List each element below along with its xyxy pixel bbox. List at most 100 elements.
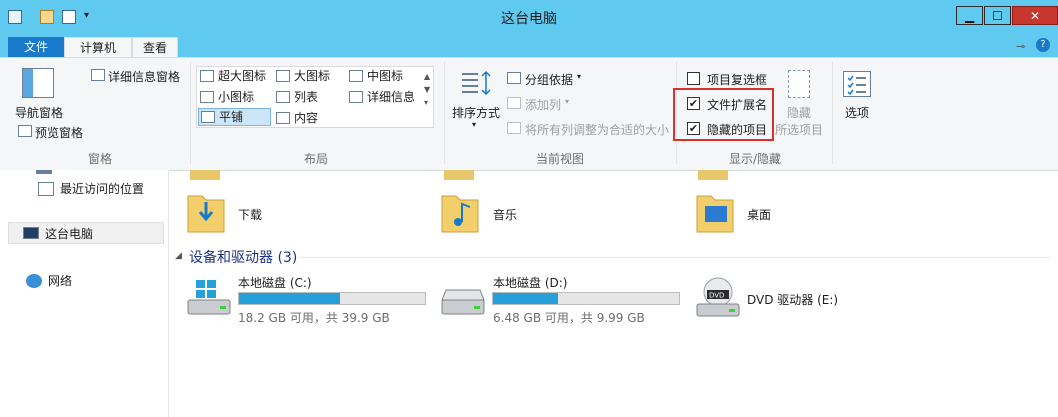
drive-c[interactable] [186, 278, 232, 321]
group-by-dropdown-icon[interactable]: ▾ [577, 72, 581, 81]
layout-extra-large-icons[interactable]: 超大图标 [200, 67, 266, 85]
hide-selected-icon [788, 70, 810, 98]
hide-selected-label-2[interactable]: 所选项目 [775, 121, 823, 138]
group-by-icon [507, 72, 521, 84]
preview-pane-icon [18, 125, 32, 137]
options-button[interactable]: 选项 [845, 104, 869, 121]
hide-selected-label-1[interactable]: 隐藏 [787, 104, 811, 121]
group-divider [444, 62, 445, 164]
layout-item-label: 超大图标 [218, 69, 267, 83]
extra-large-icons-icon [200, 70, 214, 82]
large-icons-icon [276, 70, 290, 82]
section-header-devices[interactable]: 设备和驱动器 (3) [189, 247, 297, 267]
layout-medium-icons[interactable]: 中图标 [349, 67, 403, 85]
drive-name: 本地磁盘 (D:) [493, 276, 568, 290]
folder-desktop[interactable] [695, 188, 735, 237]
navigation-pane-icon[interactable] [22, 68, 54, 98]
panes-group-label: 窗格 [87, 152, 112, 166]
drive-name: 本地磁盘 (C:) [238, 276, 312, 290]
svg-text:DVD: DVD [709, 292, 724, 300]
layout-details[interactable]: 详细信息 [349, 88, 415, 106]
preview-pane-button[interactable]: 预览窗格 [35, 124, 83, 141]
drive-space-info: 18.2 GB 可用，共 39.9 GB [238, 311, 390, 325]
layout-content[interactable]: 内容 [276, 109, 318, 127]
drive-name: DVD 驱动器 (E:) [747, 293, 839, 307]
content-icon [276, 112, 290, 124]
drive-e[interactable]: DVD [695, 276, 741, 323]
layout-item-label: 详细信息 [367, 90, 416, 104]
group-by-button[interactable]: 分组依据 [525, 71, 573, 88]
downloads-folder-icon [187, 195, 225, 233]
nav-partial-item-icon [36, 170, 52, 174]
tab-view[interactable]: 查看 [132, 37, 178, 57]
fit-columns-icon [507, 122, 521, 134]
folder-music[interactable] [440, 188, 480, 237]
nav-item-recent-places[interactable]: 最近访问的位置 [38, 180, 144, 197]
partial-folder-icon [698, 170, 728, 180]
nav-item-network[interactable]: 网络 [26, 272, 72, 289]
music-folder-icon [441, 195, 479, 233]
layout-group-label: 布局 [303, 152, 328, 166]
navigation-pane [0, 170, 169, 417]
gallery-scroll[interactable]: ▲ ▼ ▾ [424, 70, 430, 109]
layout-item-label: 平铺 [219, 110, 244, 124]
nav-item-this-pc[interactable]: 这台电脑 [8, 222, 164, 244]
medium-icons-icon [349, 70, 363, 82]
nav-item-label: 最近访问的位置 [60, 182, 145, 196]
layout-tiles[interactable]: 平铺 [198, 108, 271, 126]
layout-large-icons[interactable]: 大图标 [276, 67, 330, 85]
windows-drive-icon [187, 280, 231, 315]
add-column-dropdown-icon[interactable]: ▾ [565, 97, 569, 106]
item-checkboxes-label[interactable]: 项目复选框 [707, 71, 767, 88]
tab-file[interactable]: 文件 [8, 37, 64, 57]
show-hide-group-label: 显示/隐藏 [728, 152, 782, 166]
minimize-icon: ▁ [964, 8, 975, 23]
tiles-icon [201, 111, 215, 123]
help-icon[interactable]: ? [1036, 38, 1050, 52]
sort-by-button[interactable]: 排序方式 [452, 104, 500, 121]
layout-small-icons[interactable]: 小图标 [200, 88, 254, 106]
partial-folder-icon [444, 170, 474, 180]
network-icon [26, 273, 42, 288]
drive-usage-bar [492, 292, 680, 305]
collapse-section-icon[interactable]: ◢ [175, 251, 182, 261]
close-button[interactable]: ✕ [1012, 6, 1058, 25]
folder-downloads[interactable] [186, 188, 226, 237]
add-column-icon [507, 97, 521, 109]
section-divider [300, 257, 1050, 258]
nav-item-label: 这台电脑 [45, 226, 94, 241]
details-icon [349, 91, 363, 103]
dvd-drive-icon: DVD [696, 277, 740, 317]
maximize-button[interactable]: ☐ [984, 6, 1011, 25]
tab-computer[interactable]: 计算机 [64, 37, 132, 57]
partial-folder-icon [190, 170, 220, 180]
recent-places-icon [38, 181, 54, 196]
details-pane-icon [91, 69, 105, 81]
maximize-icon: ☐ [992, 8, 1003, 23]
hard-drive-icon [441, 289, 485, 315]
layout-list[interactable]: 列表 [276, 88, 318, 106]
window-title: 这台电脑 [501, 11, 557, 27]
minimize-button[interactable]: ▁ [956, 6, 983, 25]
drive-space-info: 6.48 GB 可用，共 9.99 GB [493, 311, 645, 325]
fit-columns-button[interactable]: 将所有列调整为合适的大小 [525, 121, 669, 138]
nav-item-label: 网络 [48, 274, 73, 288]
add-column-button[interactable]: 添加列 [525, 96, 561, 113]
small-icons-icon [200, 91, 214, 103]
layout-item-label: 列表 [294, 90, 319, 104]
layout-item-label: 小图标 [218, 90, 255, 104]
layout-item-label: 大图标 [294, 69, 331, 83]
drive-d[interactable] [440, 278, 486, 321]
pin-ribbon-icon[interactable]: ⊸ [1016, 40, 1025, 53]
list-icon [276, 91, 290, 103]
navigation-pane-button[interactable]: 导航窗格 [15, 104, 63, 121]
group-divider [190, 62, 191, 164]
group-divider [832, 62, 833, 164]
current-view-group-label: 当前视图 [535, 152, 584, 166]
highlight-box [673, 88, 774, 141]
layout-item-label: 中图标 [367, 69, 404, 83]
desktop-folder-icon [696, 195, 734, 233]
item-checkboxes-checkbox[interactable] [687, 72, 700, 85]
sort-by-dropdown-icon[interactable]: ▾ [472, 120, 476, 129]
details-pane-button[interactable]: 详细信息窗格 [108, 68, 180, 85]
